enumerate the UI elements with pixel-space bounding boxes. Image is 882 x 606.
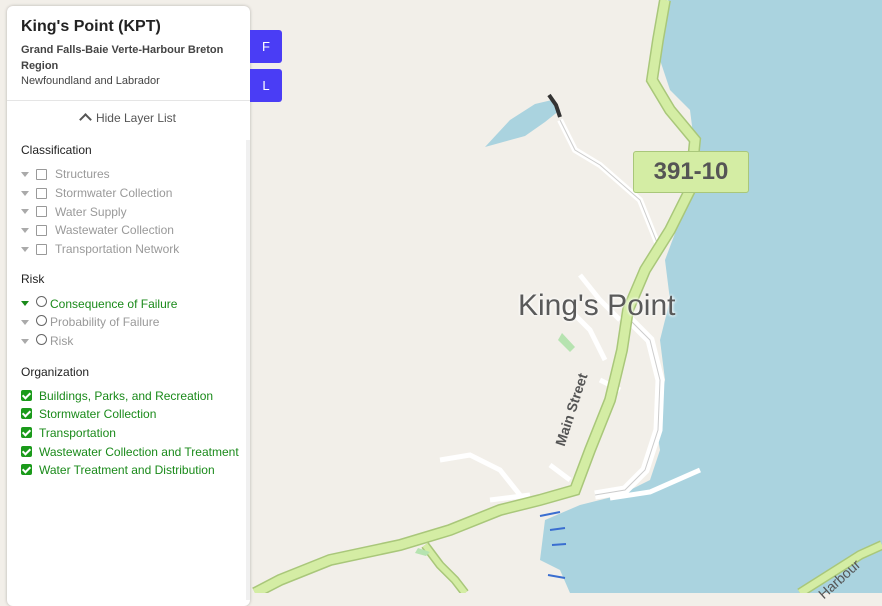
panel-header: King's Point (KPT) Grand Falls-Baie Vert… <box>7 6 250 101</box>
classification-item-transportation[interactable]: Transportation Network <box>7 240 250 259</box>
org-label: Stormwater Collection <box>39 407 157 422</box>
organization-title: Organization <box>21 364 90 379</box>
classification-label: Water Supply <box>55 204 127 219</box>
checkbox-checked[interactable] <box>21 389 32 401</box>
checkbox-checked[interactable] <box>21 426 32 438</box>
caret-down-icon[interactable] <box>21 246 29 252</box>
checkbox[interactable] <box>36 187 47 199</box>
caret-down-icon[interactable] <box>21 301 29 307</box>
risk-item-consequence[interactable]: Consequence of Failure <box>7 294 250 313</box>
caret-down-icon[interactable] <box>21 338 29 344</box>
classification-item-water-supply[interactable]: Water Supply <box>7 202 250 221</box>
classification-item-structures[interactable]: Structures <box>7 165 250 184</box>
org-label: Buildings, Parks, and Recreation <box>39 388 214 403</box>
checkbox-checked[interactable] <box>21 408 32 420</box>
checkbox-checked[interactable] <box>21 445 32 457</box>
checkbox-checked[interactable] <box>21 464 32 476</box>
chevron-up-icon <box>79 113 92 126</box>
checkbox[interactable] <box>36 224 47 236</box>
layer-panel: King's Point (KPT) Grand Falls-Baie Vert… <box>7 6 250 606</box>
org-item-wastewater[interactable]: Wastewater Collection and Treatment <box>7 443 250 462</box>
town-label: King's Point <box>518 289 676 322</box>
risk-title: Risk <box>21 272 45 287</box>
classification-item-stormwater[interactable]: Stormwater Collection <box>7 184 250 203</box>
risk-item-probability[interactable]: Probability of Failure <box>7 313 250 332</box>
org-item-buildings[interactable]: Buildings, Parks, and Recreation <box>7 387 250 406</box>
org-label: Water Treatment and Distribution <box>39 463 215 478</box>
l-button[interactable]: L <box>250 69 282 102</box>
caret-down-icon[interactable] <box>21 227 29 233</box>
classification-item-wastewater[interactable]: Wastewater Collection <box>7 221 250 240</box>
classification-title: Classification <box>21 143 92 157</box>
classification-label: Structures <box>55 167 110 182</box>
hide-layer-list-button[interactable]: Hide Layer List <box>7 101 250 129</box>
radio-button[interactable] <box>36 314 47 326</box>
page-title: King's Point (KPT) <box>21 18 161 35</box>
risk-item-risk[interactable]: Risk <box>7 332 250 351</box>
region-subtitle: Grand Falls-Baie Verte-Harbour Breton Re… <box>21 44 224 72</box>
risk-label: Probability of Failure <box>50 315 160 330</box>
caret-down-icon[interactable] <box>21 319 29 325</box>
checkbox[interactable] <box>36 206 47 218</box>
radio-button[interactable] <box>36 296 47 308</box>
checkbox[interactable] <box>36 168 47 180</box>
route-shield: 391-10 <box>633 151 749 193</box>
risk-label: Risk <box>50 334 74 349</box>
province-label: Newfoundland and Labrador <box>21 75 160 87</box>
checkbox[interactable] <box>36 243 47 255</box>
caret-down-icon[interactable] <box>21 190 29 196</box>
classification-label: Stormwater Collection <box>55 186 173 201</box>
classification-label: Transportation Network <box>55 242 180 257</box>
panel-scrollbar[interactable] <box>246 140 250 600</box>
org-item-water-treatment[interactable]: Water Treatment and Distribution <box>7 461 250 480</box>
hide-layer-list-label: Hide Layer List <box>95 111 177 125</box>
org-label: Wastewater Collection and Treatment <box>39 444 239 459</box>
f-button[interactable]: F <box>250 30 282 63</box>
org-item-transportation[interactable]: Transportation <box>7 424 250 443</box>
radio-button[interactable] <box>36 333 47 345</box>
caret-down-icon[interactable] <box>21 209 29 215</box>
org-label: Transportation <box>39 425 116 440</box>
org-item-stormwater[interactable]: Stormwater Collection <box>7 405 250 424</box>
caret-down-icon[interactable] <box>21 171 29 177</box>
classification-label: Wastewater Collection <box>55 223 174 238</box>
risk-label: Consequence of Failure <box>50 296 178 311</box>
